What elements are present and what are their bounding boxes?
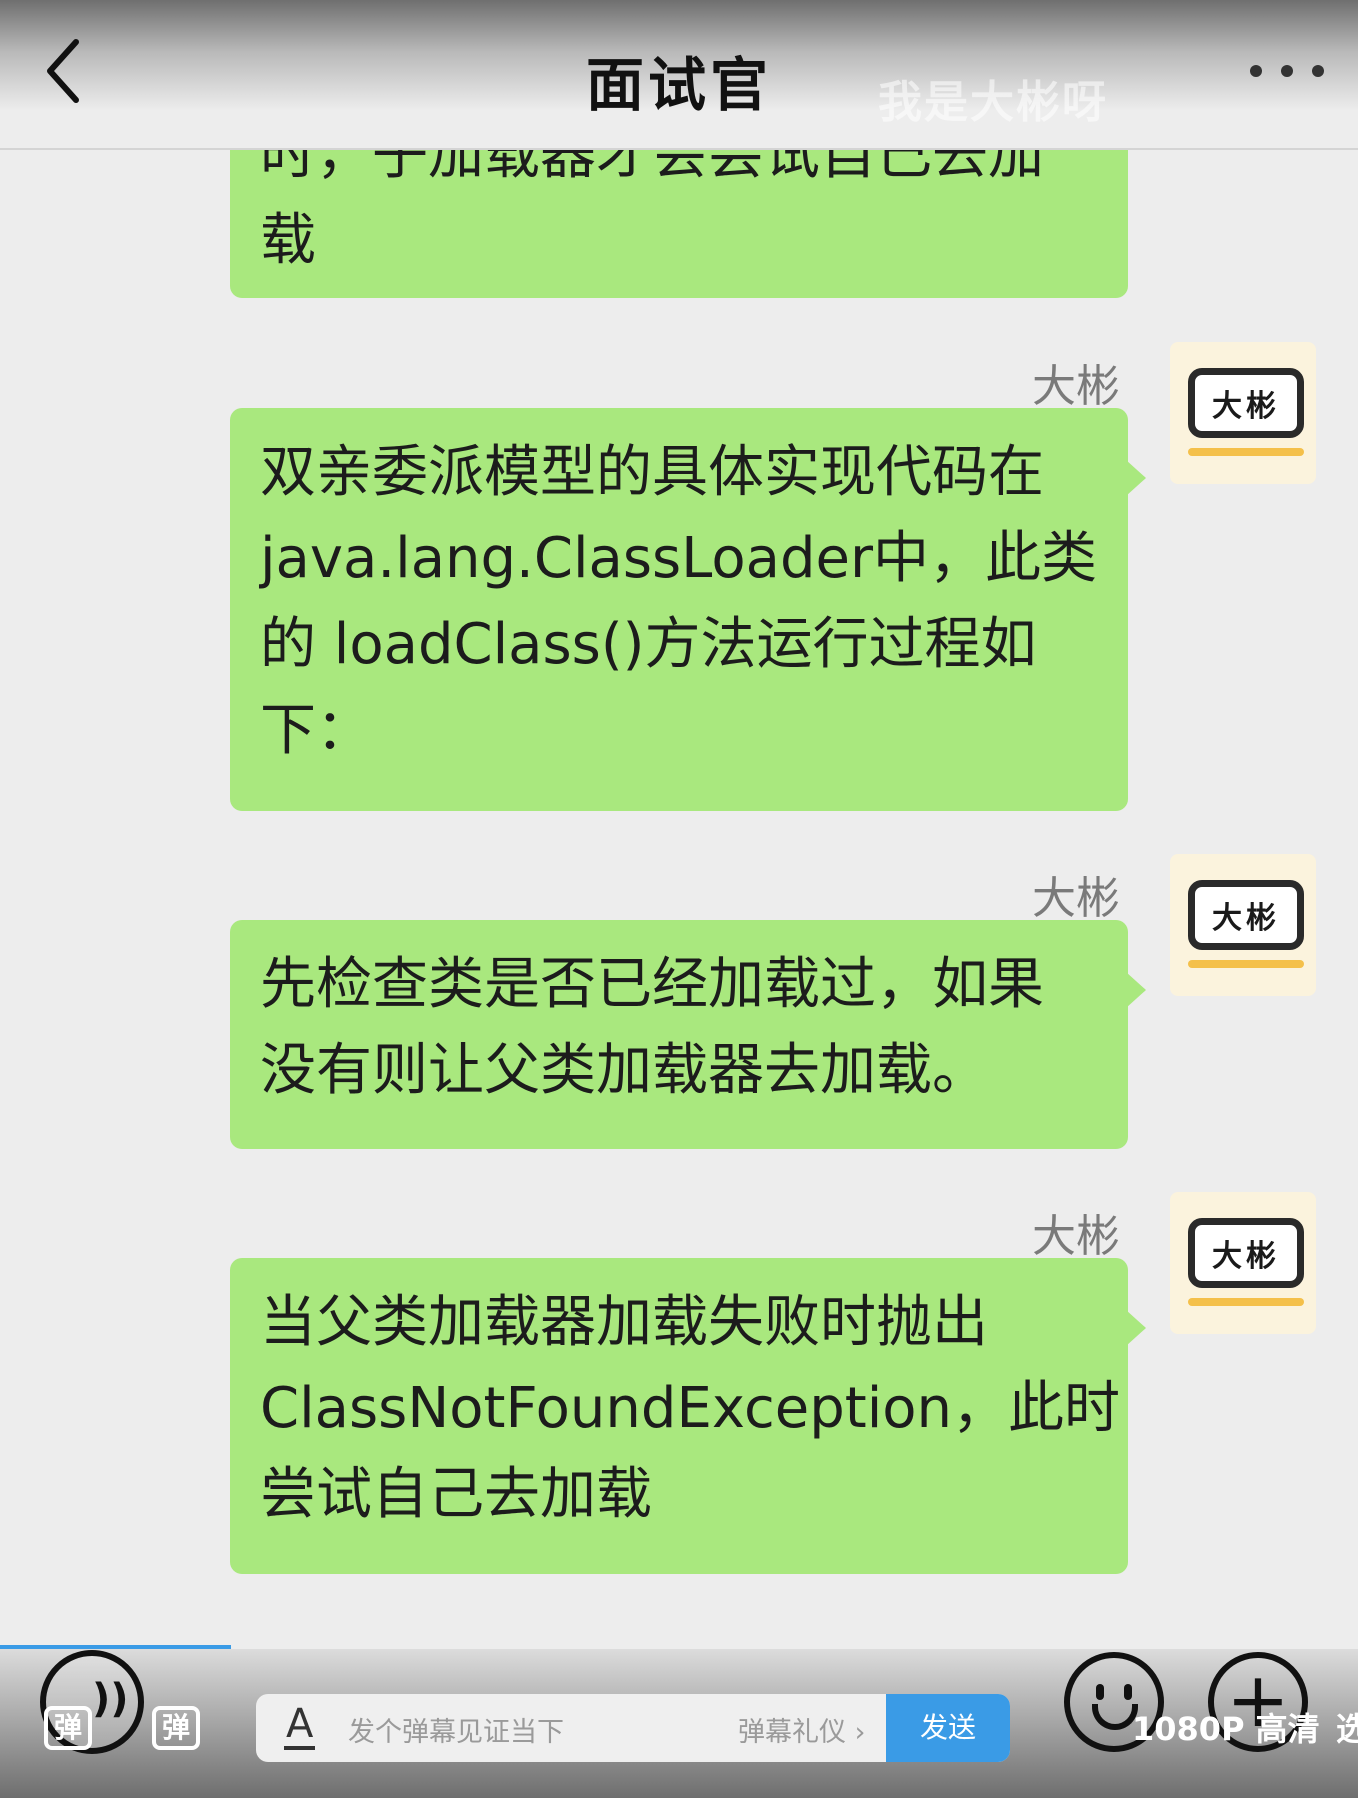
- avatar-label: 大彬: [1188, 368, 1304, 438]
- text-style-icon[interactable]: A: [284, 1702, 316, 1750]
- message-line: 尝试自己去加载: [260, 1462, 652, 1527]
- avatar-label: 大彬: [1188, 1218, 1304, 1288]
- message-line: java.lang.ClassLoader中，此类: [260, 526, 1097, 591]
- send-button[interactable]: 发送: [886, 1694, 1010, 1762]
- bubble-tail: [1126, 972, 1146, 1008]
- playback-progress-bar[interactable]: [0, 1645, 231, 1649]
- message-line: 先检查类是否已经加载过，如果: [260, 952, 1044, 1017]
- message-line: 双亲委派模型的具体实现代码在: [260, 440, 1044, 505]
- avatar-label: 大彬: [1188, 880, 1304, 950]
- danmaku-etiquette-link[interactable]: 弹幕礼仪 ›: [738, 1710, 865, 1749]
- chat-bubble[interactable]: 双亲委派模型的具体实现代码在 java.lang.ClassLoader中，此类…: [230, 408, 1146, 811]
- smile-icon: [1096, 1684, 1132, 1700]
- message-line: 当父类加载器加载失败时抛出: [260, 1290, 988, 1355]
- top-bar: 面试官 我是大彬呀: [0, 0, 1358, 150]
- chat-bubble[interactable]: 先检查类是否已经加载过，如果 没有则让父类加载器去加载。: [230, 920, 1146, 1149]
- avatar[interactable]: 大彬: [1170, 1192, 1316, 1334]
- more-options-button[interactable]: [1250, 56, 1324, 86]
- message-line: 的 loadClass()方法运行过程如: [260, 612, 1037, 677]
- sender-name: 大彬: [1032, 873, 1120, 924]
- message-line: ClassNotFoundException，此时: [260, 1376, 1121, 1441]
- avatar[interactable]: 大彬: [1170, 854, 1316, 996]
- bubble-tail: [1126, 1310, 1146, 1346]
- episode-selector[interactable]: 选: [1336, 1704, 1358, 1750]
- message-line: 下：: [260, 698, 372, 763]
- avatar[interactable]: 大彬: [1170, 342, 1316, 484]
- danmaku-placeholder: 发个弹幕见证当下: [348, 1717, 564, 1748]
- danmaku-settings-button[interactable]: 弹: [152, 1706, 200, 1750]
- avatar-underline: [1188, 448, 1304, 456]
- message-line: 没有则让父类加载器去加载。: [260, 1038, 988, 1103]
- avatar-underline: [1188, 960, 1304, 968]
- sender-name: 大彬: [1032, 1211, 1120, 1262]
- sender-name: 大彬: [1032, 361, 1120, 412]
- bubble-tail: [1126, 460, 1146, 496]
- danmaku-toggle-button[interactable]: 弹: [44, 1706, 92, 1750]
- chat-bubble[interactable]: 当父类加载器加载失败时抛出 ClassNotFoundException，此时 …: [230, 1258, 1146, 1574]
- avatar-underline: [1188, 1298, 1304, 1306]
- watermark: 我是大彬呀: [878, 77, 1108, 128]
- quality-selector[interactable]: 1080P 高清: [1132, 1704, 1320, 1750]
- ellipsis-icon: [1281, 65, 1293, 77]
- page-title: 面试官: [585, 51, 772, 119]
- ellipsis-icon: [1312, 65, 1324, 77]
- sound-wave-icon: )): [92, 1676, 129, 1722]
- ellipsis-icon: [1250, 65, 1262, 77]
- message-line: 载: [260, 208, 316, 273]
